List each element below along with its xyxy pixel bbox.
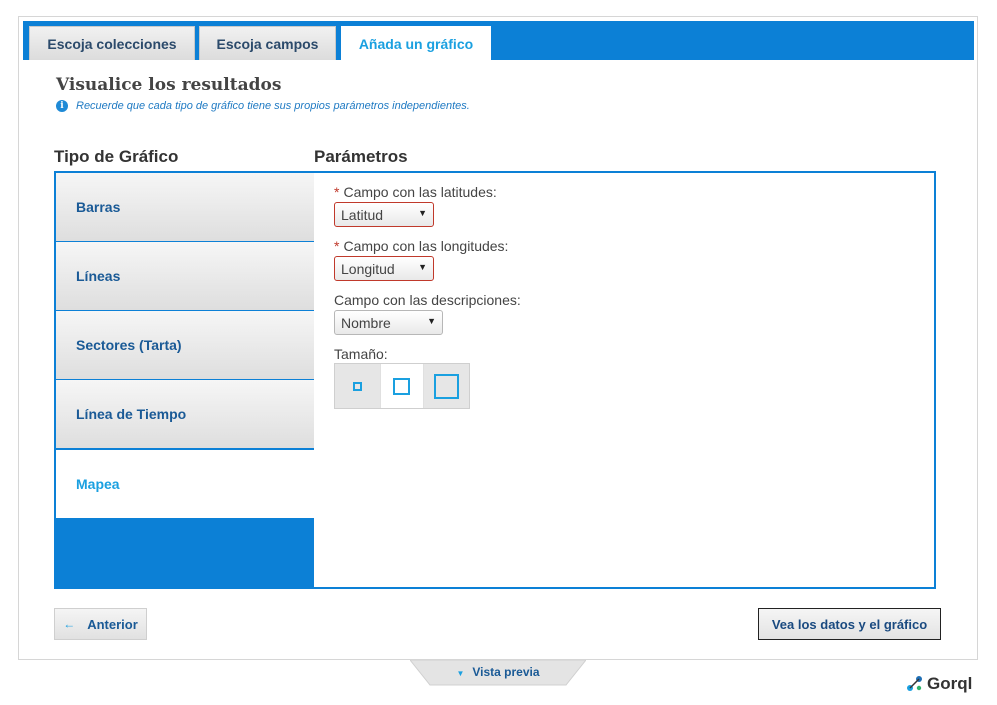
wizard-tabbar: Escoja colecciones Escoja campos Añada u… <box>23 21 974 60</box>
chart-config-panel: Barras Líneas Sectores (Tarta) Línea de … <box>54 171 936 589</box>
large-square-icon <box>434 373 460 399</box>
required-mark: * <box>334 184 340 200</box>
descripciones-value: Nombre <box>341 314 391 331</box>
chart-type-lineas[interactable]: Líneas <box>56 242 314 311</box>
longitudes-value: Longitud <box>341 260 395 277</box>
hint-label: Recuerde que cada tipo de gráfico tiene … <box>76 100 470 112</box>
triangle-down-icon: ▼ <box>456 669 465 678</box>
gorql-logo: Gorql <box>906 674 972 694</box>
previous-button[interactable]: ← Anterior <box>54 608 147 640</box>
longitudes-label: * Campo con las longitudes: <box>334 238 508 254</box>
main-panel: Escoja colecciones Escoja campos Añada u… <box>18 16 978 660</box>
preview-text: Vista previa <box>472 665 540 679</box>
longitudes-label-text: Campo con las longitudes: <box>343 238 509 254</box>
arrow-left-icon: ← <box>63 617 76 631</box>
small-square-icon <box>352 381 362 391</box>
latitudes-value: Latitud <box>341 206 384 223</box>
size-selector <box>334 363 470 409</box>
size-small-button[interactable] <box>335 364 380 408</box>
logo-text: Gorql <box>927 674 973 693</box>
view-data-chart-button[interactable]: Vea los datos y el gráfico <box>758 608 941 640</box>
params-heading: Parámetros <box>314 147 408 166</box>
chevron-down-icon: ▼ <box>418 262 427 272</box>
tab-escoja-campos[interactable]: Escoja campos <box>199 26 336 60</box>
latitudes-label-text: Campo con las latitudes: <box>343 184 497 200</box>
chart-type-heading: Tipo de Gráfico <box>54 147 179 166</box>
previous-label: Anterior <box>87 616 138 632</box>
chevron-down-icon: ▼ <box>427 316 436 326</box>
required-mark: * <box>334 238 340 254</box>
chart-type-sectores[interactable]: Sectores (Tarta) <box>56 311 314 380</box>
tab-escoja-colecciones[interactable]: Escoja colecciones <box>29 26 195 60</box>
size-large-button[interactable] <box>424 364 469 408</box>
longitudes-select[interactable]: Longitud ▼ <box>334 256 434 281</box>
chart-type-list: Barras Líneas Sectores (Tarta) Línea de … <box>56 173 314 587</box>
section-title: Visualice los resultados <box>56 75 282 95</box>
preview-toggle[interactable]: ▼ Vista previa <box>410 660 586 686</box>
latitudes-select[interactable]: Latitud ▼ <box>334 202 434 227</box>
descripciones-label: Campo con las descripciones: <box>334 292 521 308</box>
medium-square-icon <box>393 377 411 395</box>
chevron-down-icon: ▼ <box>418 208 427 218</box>
tab-anada-grafico[interactable]: Añada un gráfico <box>341 26 491 60</box>
descripciones-select[interactable]: Nombre ▼ <box>334 310 443 335</box>
size-medium-button[interactable] <box>379 364 425 408</box>
chart-type-linea-tiempo[interactable]: Línea de Tiempo <box>56 380 314 449</box>
hint-text: i Recuerde que cada tipo de gráfico tien… <box>56 100 470 112</box>
params-area: * Campo con las latitudes: Latitud ▼ * Cam… <box>314 173 934 587</box>
chart-type-mapea[interactable]: Mapea <box>56 450 314 518</box>
latitudes-label: * Campo con las latitudes: <box>334 184 497 200</box>
preview-label: ▼ Vista previa <box>410 665 586 679</box>
tamano-label: Tamaño: <box>334 346 388 362</box>
info-icon: i <box>56 100 68 112</box>
chart-type-barras[interactable]: Barras <box>56 173 314 242</box>
gorql-logo-icon <box>907 676 922 691</box>
